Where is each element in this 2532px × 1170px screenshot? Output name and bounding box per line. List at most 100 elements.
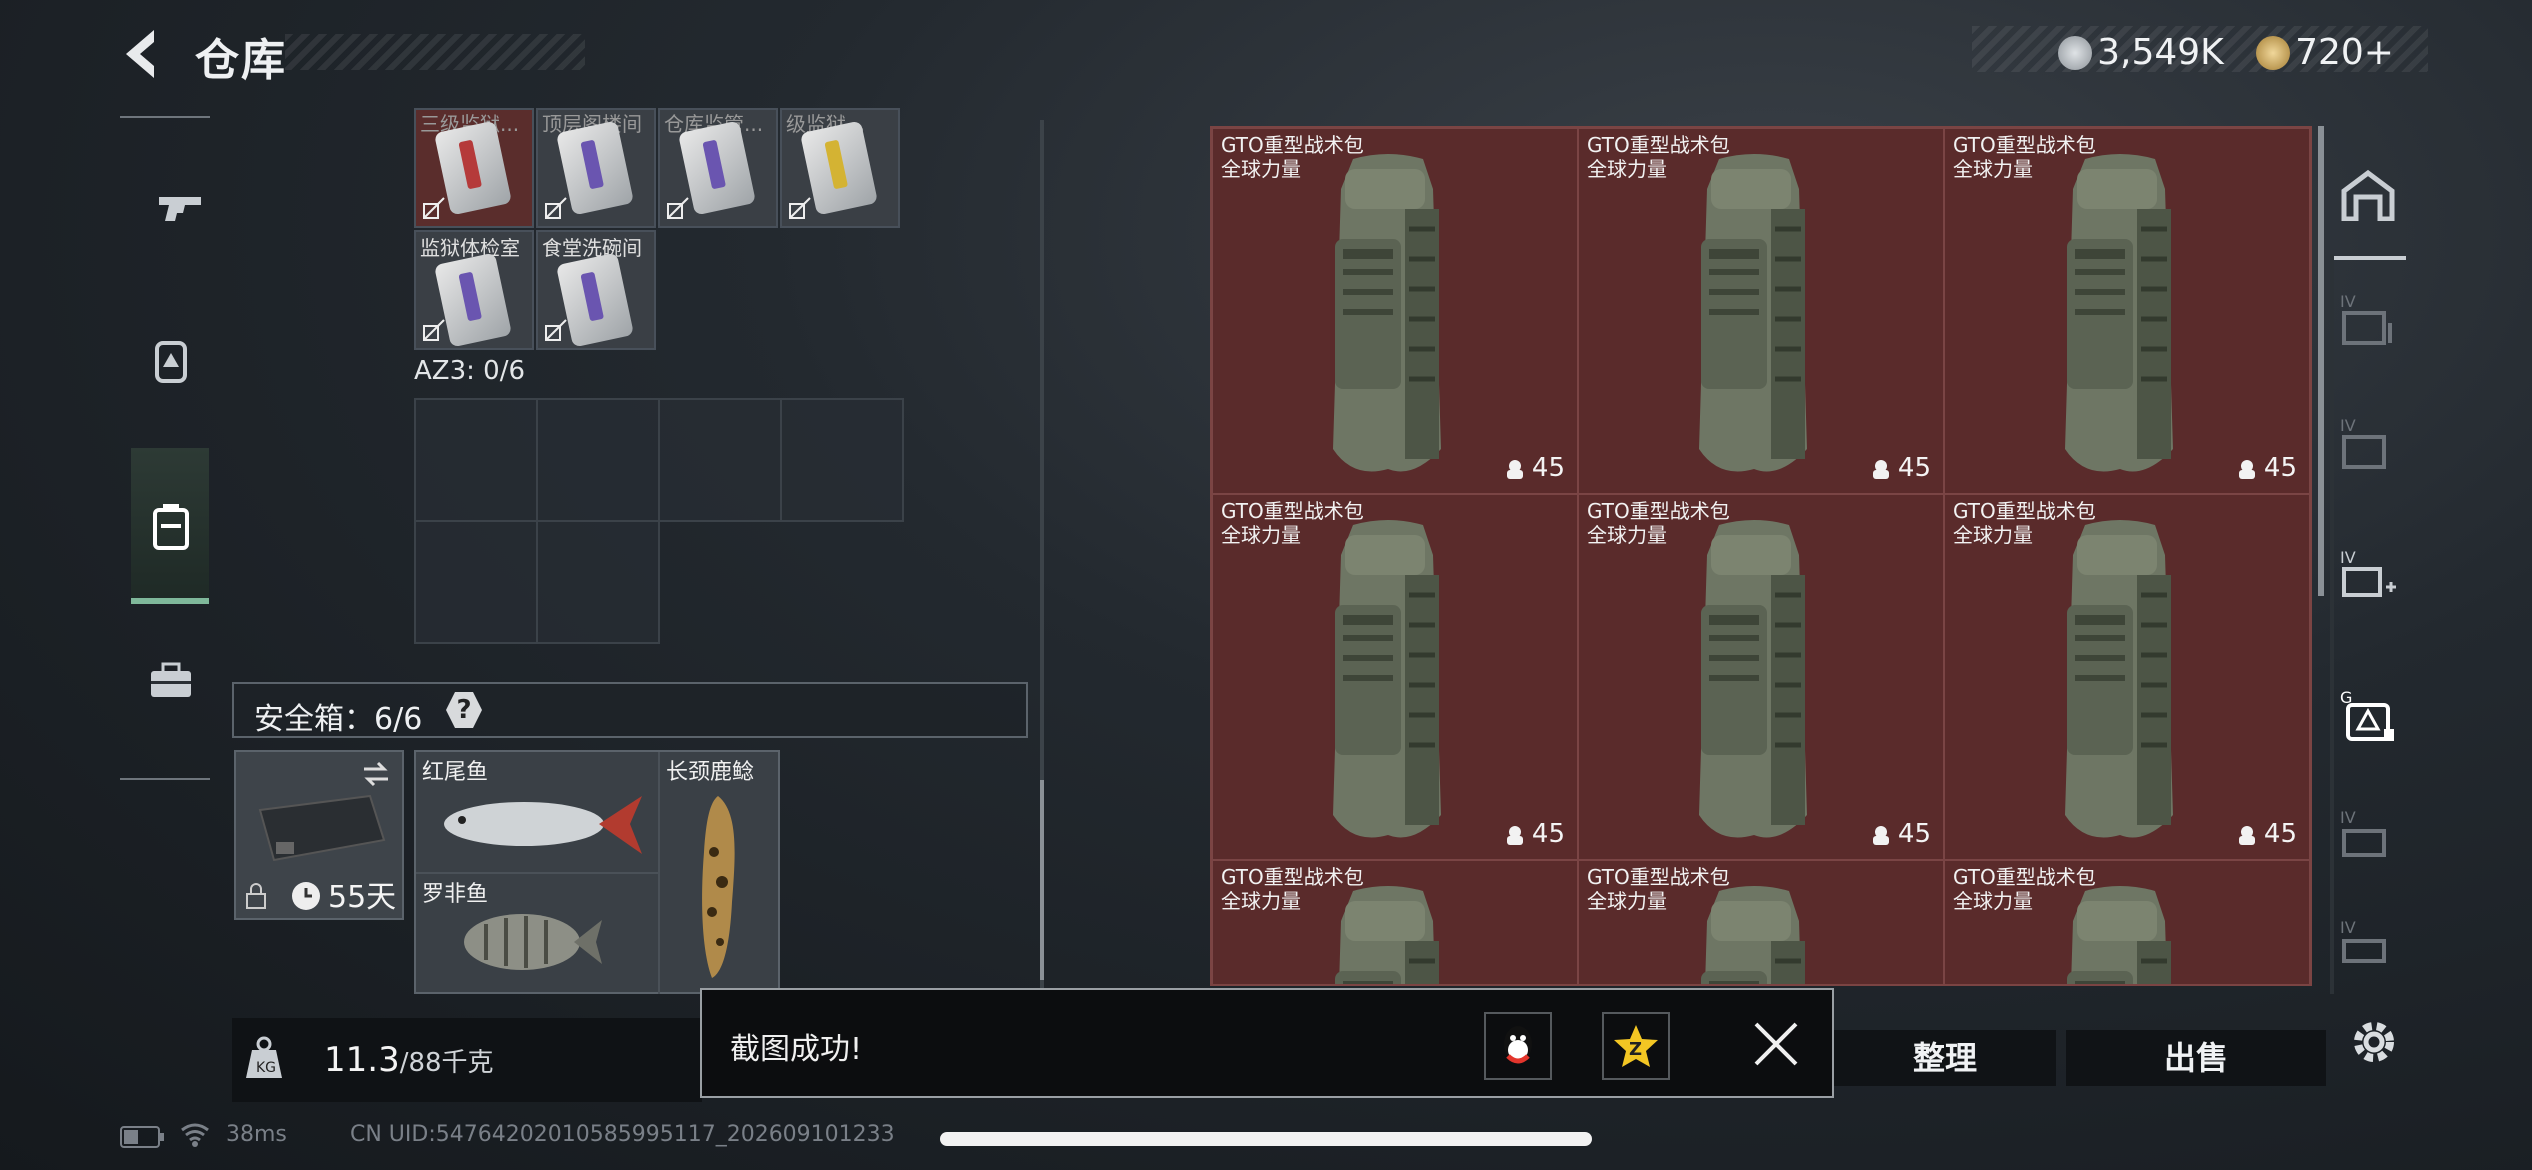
storage-item-cell[interactable]: GTO重型战术包 全球力量 bbox=[1578, 860, 1944, 984]
back-arrow-icon[interactable] bbox=[118, 26, 168, 82]
sell-button[interactable]: 出售 bbox=[2066, 1030, 2326, 1086]
home-indicator[interactable] bbox=[940, 1132, 1592, 1146]
storage-iv-add-tab[interactable]: IV bbox=[2330, 520, 2406, 630]
secure-box-contents: 红尾鱼 长颈鹿鲶 罗非鱼 bbox=[414, 750, 780, 994]
battery-icon bbox=[120, 1126, 164, 1148]
key-card-slot[interactable]: 仓库监管... bbox=[658, 108, 778, 228]
gold-coin-icon bbox=[2256, 35, 2290, 70]
storage-item-cell[interactable]: GTO重型战术包 全球力量 45 bbox=[1212, 128, 1578, 494]
item-name: GTO重型战术包 bbox=[1221, 133, 1364, 157]
item-name-block: GTO重型战术包 全球力量 bbox=[1587, 133, 1730, 181]
item-name-block: GTO重型战术包 全球力量 bbox=[1221, 499, 1364, 547]
fish-slot[interactable]: 长颈鹿鲶 bbox=[660, 752, 782, 994]
key-card-slot[interactable]: 级监狱... bbox=[780, 108, 900, 228]
page-title: 仓库 bbox=[195, 35, 287, 86]
left-scrollbar-thumb[interactable] bbox=[1040, 780, 1044, 980]
ping-readout: 38ms bbox=[226, 1122, 287, 1147]
item-subtitle: 全球力量 bbox=[1587, 523, 1667, 547]
empty-slot[interactable] bbox=[414, 520, 538, 644]
empty-slot[interactable] bbox=[536, 398, 660, 522]
lock-icon bbox=[246, 883, 266, 909]
svg-text:IV: IV bbox=[2340, 416, 2356, 435]
empty-slot[interactable] bbox=[658, 398, 782, 522]
item-name-block: GTO重型战术包 全球力量 bbox=[1587, 499, 1730, 547]
key-card-slot[interactable]: 顶层阁楼间 bbox=[536, 108, 656, 228]
storage-iv-tab-3[interactable]: IV bbox=[2330, 780, 2406, 890]
fish-slot[interactable]: 红尾鱼 bbox=[416, 752, 660, 874]
storage-scrollbar-thumb[interactable] bbox=[2318, 126, 2324, 596]
item-count-value: 45 bbox=[2263, 819, 2297, 849]
clock-icon bbox=[292, 882, 320, 910]
weapon-category-icon[interactable] bbox=[145, 172, 215, 242]
key-card-slot[interactable]: 食堂洗碗间 bbox=[536, 230, 656, 350]
tactical-backpack-icon bbox=[1313, 149, 1463, 489]
az3-capacity: AZ3: 0/6 bbox=[414, 356, 526, 386]
svg-text:KG: KG bbox=[256, 1060, 276, 1076]
armor-category-icon[interactable] bbox=[136, 326, 206, 396]
item-name: GTO重型战术包 bbox=[1953, 865, 2096, 889]
tilapia-icon bbox=[464, 914, 602, 970]
storage-item-cell[interactable]: GTO重型战术包 全球力量 45 bbox=[1212, 494, 1578, 860]
toolbox-category-icon[interactable] bbox=[136, 646, 206, 716]
title-decoration bbox=[285, 34, 585, 70]
warehouse-tab-icon[interactable] bbox=[2330, 140, 2406, 250]
empty-slot[interactable] bbox=[780, 398, 904, 522]
storage-iv-tab-4[interactable]: IV bbox=[2330, 900, 2406, 980]
weight-total: /88千克 bbox=[399, 1048, 494, 1078]
wifi-icon bbox=[181, 1123, 209, 1147]
item-subtitle: 全球力量 bbox=[1953, 889, 2033, 913]
secure-case-slot[interactable]: 55天 bbox=[234, 750, 404, 920]
help-icon[interactable]: ? bbox=[446, 692, 482, 728]
key-card-slot[interactable]: 三级监狱... bbox=[414, 108, 534, 228]
storage-iv-tab-2[interactable]: IV bbox=[2330, 388, 2406, 498]
storage-item-cell[interactable]: GTO重型战术包 全球力量 45 bbox=[1944, 128, 2310, 494]
item-name-block: GTO重型战术包 全球力量 bbox=[1953, 865, 2096, 913]
item-name: GTO重型战术包 bbox=[1221, 499, 1364, 523]
tactical-backpack-icon bbox=[2045, 515, 2195, 855]
svg-text:IV: IV bbox=[2340, 548, 2356, 567]
item-subtitle: 全球力量 bbox=[1953, 523, 2033, 547]
unbound-icon bbox=[667, 197, 689, 219]
screenshot-toast: 截图成功! Z bbox=[700, 988, 1834, 1098]
settings-gear-icon[interactable] bbox=[2346, 1014, 2402, 1070]
storage-item-cell[interactable]: GTO重型战术包 全球力量 bbox=[1212, 860, 1578, 984]
key-card-slot[interactable]: 监狱体检室 bbox=[414, 230, 534, 350]
storage-item-cell[interactable]: GTO重型战术包 全球力量 45 bbox=[1578, 494, 1944, 860]
storage-item-cell[interactable]: GTO重型战术包 全球力量 45 bbox=[1944, 494, 2310, 860]
storage-iv-tab-1[interactable]: IV bbox=[2330, 264, 2406, 374]
weight-current: 11.3 bbox=[324, 1040, 400, 1080]
backpack-category-icon[interactable] bbox=[136, 492, 206, 562]
item-count: 45 bbox=[1504, 819, 1565, 849]
item-name-block: GTO重型战术包 全球力量 bbox=[1221, 865, 1364, 913]
storage-active-tab-icon[interactable]: G bbox=[2330, 660, 2406, 770]
unbound-icon bbox=[789, 197, 811, 219]
qzone-share-icon[interactable]: Z bbox=[1602, 1012, 1670, 1080]
arrange-button[interactable]: 整理 bbox=[1834, 1030, 2056, 1086]
storage-item-cell[interactable]: GTO重型战术包 全球力量 bbox=[1944, 860, 2310, 984]
swap-icon[interactable] bbox=[360, 760, 392, 788]
red-tail-fish-icon bbox=[444, 796, 642, 854]
svg-text:IV: IV bbox=[2340, 808, 2356, 827]
unbound-icon bbox=[545, 197, 567, 219]
fish-label: 长颈鹿鲶 bbox=[666, 760, 755, 785]
qq-share-icon[interactable] bbox=[1484, 1012, 1552, 1080]
item-subtitle: 全球力量 bbox=[1221, 157, 1301, 181]
tab-divider bbox=[2330, 256, 2406, 260]
item-count-value: 45 bbox=[1531, 453, 1565, 483]
item-name-block: GTO重型战术包 全球力量 bbox=[1221, 133, 1364, 181]
gold-amount[interactable]: 720+ bbox=[2295, 32, 2394, 73]
item-subtitle: 全球力量 bbox=[1953, 157, 2033, 181]
tactical-backpack-icon bbox=[1679, 149, 1829, 489]
item-count: 45 bbox=[1504, 453, 1565, 483]
user-uid: CN UID:5476420201058599511​7_20260910123… bbox=[350, 1122, 895, 1147]
storage-item-cell[interactable]: GTO重型战术包 全球力量 45 bbox=[1578, 128, 1944, 494]
empty-slot[interactable] bbox=[414, 398, 538, 522]
fish-slot[interactable]: 罗非鱼 bbox=[416, 874, 660, 994]
secure-box-header: 安全箱：6/6 ? bbox=[232, 682, 1028, 738]
item-count: 45 bbox=[2236, 453, 2297, 483]
close-icon[interactable] bbox=[1750, 1018, 1802, 1070]
empty-slot[interactable] bbox=[536, 520, 660, 644]
item-name: GTO重型战术包 bbox=[1587, 499, 1730, 523]
item-count: 45 bbox=[1870, 819, 1931, 849]
secure-case-icon bbox=[258, 794, 386, 862]
